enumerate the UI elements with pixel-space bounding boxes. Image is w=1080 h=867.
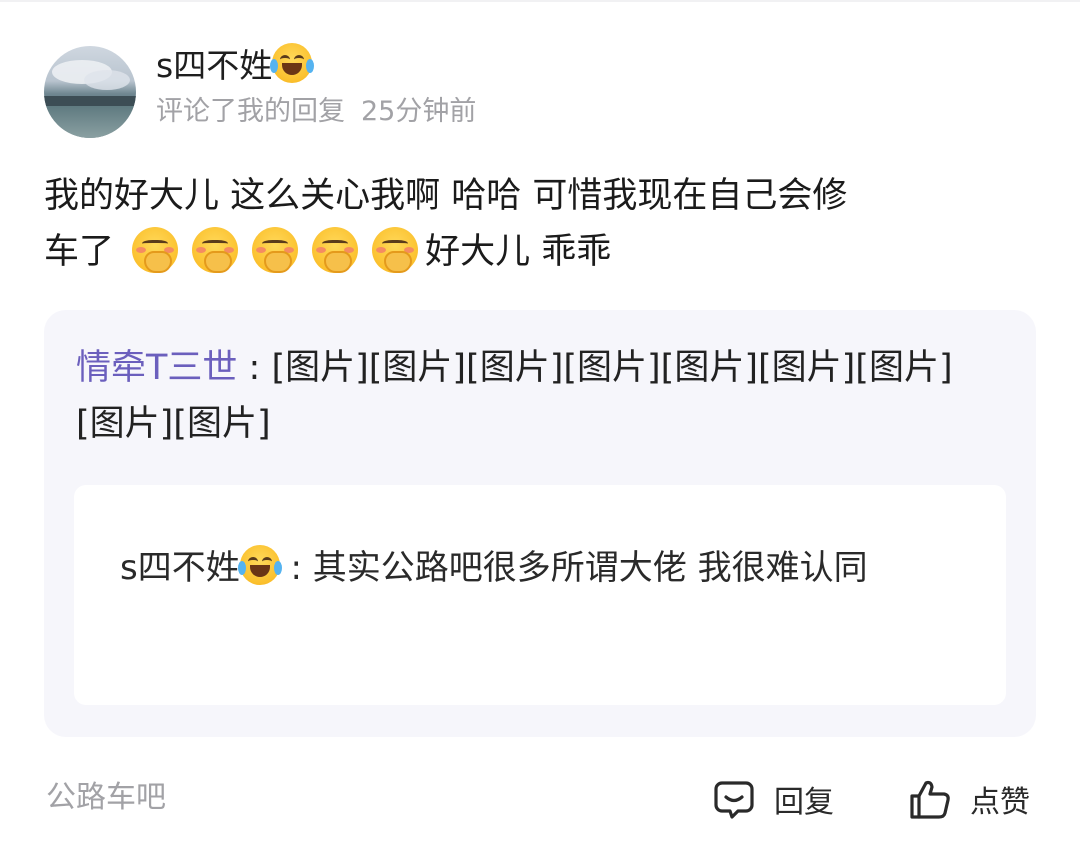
comment-line-1: 我的好大儿 这么关心我啊 哈哈 可惜我现在自己会修 [44,176,848,216]
comment-body: 我的好大儿 这么关心我啊 哈哈 可惜我现在自己会修 车了 好大儿 乖乖 [44,168,1024,280]
original-content: 其实公路吧很多所谓大佬 我很难认同 [312,548,868,588]
top-divider [0,0,1080,2]
hand-over-mouth-emoji-icon [252,227,299,273]
quoted-reply-card[interactable]: 情牵T三世 : [图片][图片][图片][图片][图片][图片][图片][图片]… [44,310,1036,737]
hand-over-mouth-emoji-icon [312,227,359,273]
reply-button[interactable]: 回复 [712,774,834,824]
hand-over-mouth-emoji-icon [372,227,419,273]
original-reply-card[interactable]: s四不姓 : 其实公路吧很多所谓大佬 我很难认同 [74,485,1006,705]
forum-tag[interactable]: 公路车吧 [46,776,166,820]
original-separator: : [279,548,313,588]
reply-label: 回复 [774,785,834,820]
avatar[interactable] [44,46,136,138]
comment-meta: 评论了我的回复 25分钟前 [156,92,476,132]
meta-time: 25分钟前 [361,96,477,127]
like-button[interactable]: 点赞 [908,774,1030,824]
quoted-reply: 情牵T三世 : [图片][图片][图片][图片][图片][图片][图片][图片]… [76,340,996,452]
meta-action: 评论了我的回复 [156,96,345,127]
user-name[interactable]: s四不姓 [156,42,315,90]
hand-over-mouth-emoji-icon [192,227,239,273]
like-label: 点赞 [970,785,1030,820]
quoted-author[interactable]: 情牵T三世 [76,348,237,388]
laughing-crying-emoji-icon [270,43,315,83]
comment-line-2-suffix: 好大儿 乖乖 [425,232,612,272]
comment-bubble-icon [712,777,756,821]
laughing-crying-emoji-icon [237,545,282,585]
thumbs-up-icon [908,777,952,821]
comment-line-2-prefix: 车了 [44,232,115,272]
user-name-text: s四不姓 [156,46,273,85]
original-author: s四不姓 [120,548,240,588]
comment-line-2: 车了 好大儿 乖乖 [44,224,1024,280]
hand-over-mouth-emoji-icon [132,227,179,273]
original-reply: s四不姓 : 其实公路吧很多所谓大佬 我很难认同 [120,539,960,597]
quoted-separator: : [237,348,272,388]
